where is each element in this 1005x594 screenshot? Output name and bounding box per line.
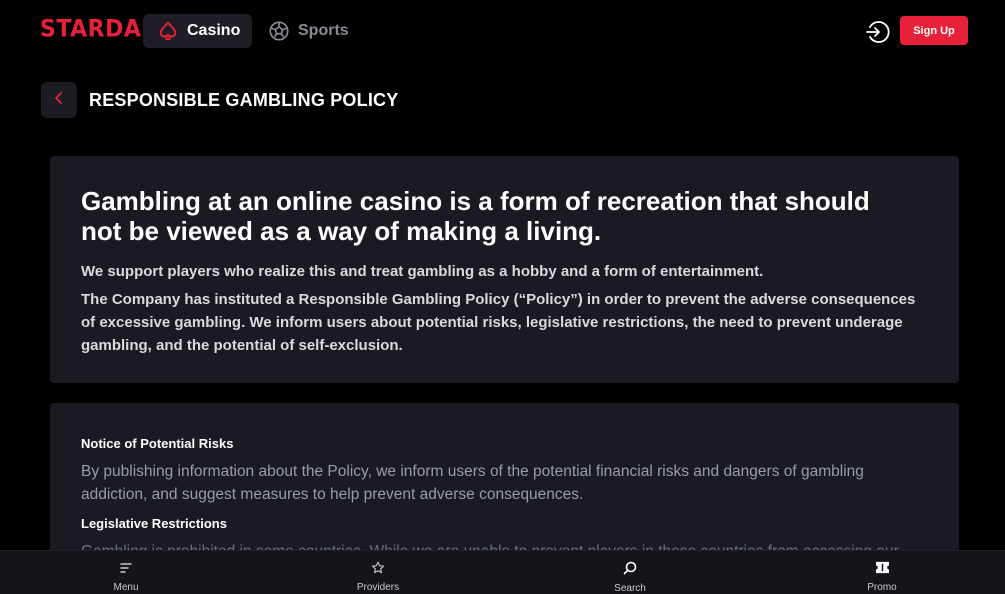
- bottom-nav-providers[interactable]: Providers: [333, 551, 423, 594]
- spade-icon: [157, 20, 179, 42]
- section-title: Legislative Restrictions: [81, 516, 227, 531]
- intro-card: Gambling at an online casino is a form o…: [50, 156, 959, 383]
- top-bar: STARDA Casino Sports Sign Up: [0, 0, 1005, 62]
- star-icon: [371, 561, 385, 579]
- intro-paragraph: The Company has instituted a Responsible…: [81, 291, 916, 354]
- tab-sports-label: Sports: [298, 22, 349, 39]
- bottom-nav-menu-label: Menu: [113, 582, 139, 593]
- bottom-nav-promo[interactable]: Promo: [837, 551, 927, 594]
- tab-casino-label: Casino: [187, 22, 241, 39]
- search-icon: [623, 561, 637, 580]
- soccer-ball-icon: [268, 20, 290, 42]
- bottom-nav: Menu Providers Search Promo: [0, 550, 1005, 594]
- intro-paragraph: We support players who realize this and …: [81, 263, 764, 280]
- bottom-nav-providers-label: Providers: [356, 582, 400, 593]
- ticket-icon: [875, 561, 890, 579]
- bottom-nav-search[interactable]: Search: [585, 551, 675, 594]
- intro-heading: Gambling at an online casino is a form o…: [81, 186, 870, 246]
- chevron-left-icon: [53, 91, 65, 110]
- back-button[interactable]: [41, 82, 77, 118]
- bottom-nav-menu[interactable]: Menu: [81, 551, 171, 594]
- tab-casino[interactable]: Casino: [143, 14, 252, 48]
- page-title: RESPONSIBLE GAMBLING POLICY: [89, 90, 399, 110]
- starda-logo[interactable]: STARDA: [40, 16, 141, 44]
- login-icon: [864, 21, 890, 49]
- section-text: By publishing information about the Poli…: [81, 463, 864, 503]
- section-title: Notice of Potential Risks: [81, 436, 234, 451]
- bottom-nav-promo-label: Promo: [867, 582, 897, 593]
- menu-icon: [119, 561, 133, 579]
- bottom-nav-search-label: Search: [614, 583, 646, 594]
- login-button[interactable]: [864, 19, 890, 45]
- sign-up-button[interactable]: Sign Up: [900, 16, 968, 45]
- tab-sports[interactable]: Sports: [254, 14, 363, 48]
